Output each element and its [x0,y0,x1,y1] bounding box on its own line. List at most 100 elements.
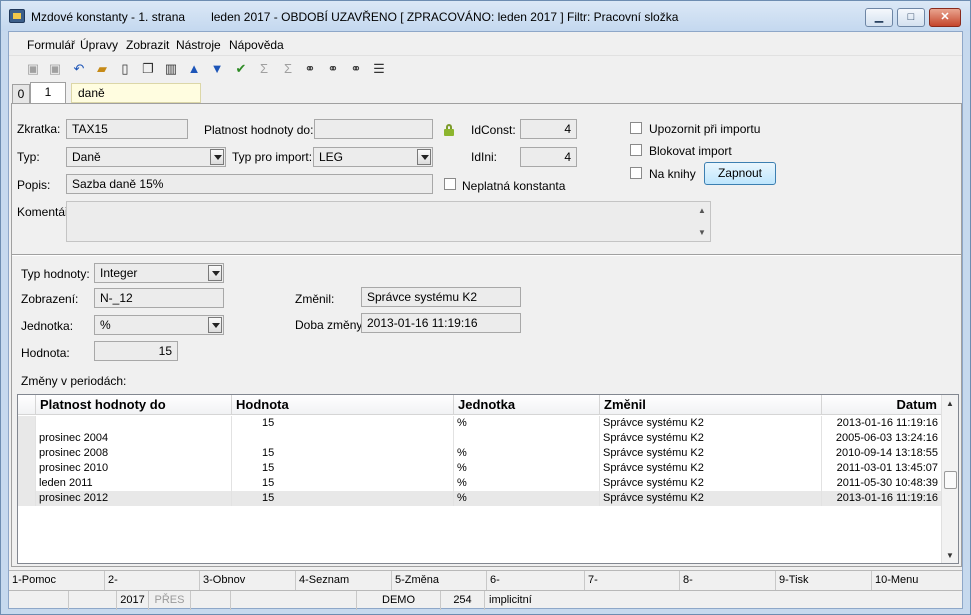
na-knihy-checkbox[interactable] [630,167,642,179]
fkey-7[interactable]: 7- [585,571,680,590]
na-knihy-label: Na knihy [649,167,696,181]
changes-grid: Platnost hodnoty do Hodnota Jednotka Změ… [17,394,959,564]
idconst-field[interactable]: 4 [520,119,577,139]
zkratka-field[interactable]: TAX15 [66,119,188,139]
fkey-3[interactable]: 3-Obnov [200,571,296,590]
save-as-icon[interactable]: ▣ [46,60,64,78]
minimize-button[interactable]: ▁ [865,8,893,27]
neplatna-checkbox[interactable] [444,178,456,190]
table-row-selected[interactable]: prosinec 2012 15 % Správce systému K2 20… [18,491,942,506]
sum-filter-icon[interactable]: Σ [279,60,297,78]
table-row[interactable]: prosinec 2008 15 % Správce systému K2 20… [18,446,942,461]
open-folder-icon[interactable]: ▰ [93,60,111,78]
zmenil-field[interactable]: Správce systému K2 [361,287,521,307]
fkey-5[interactable]: 5-Změna [392,571,487,590]
cell-datum: 2011-05-30 10:48:39 [822,476,942,491]
table-row[interactable]: leden 2011 15 % Správce systému K2 2011-… [18,476,942,491]
doba-field[interactable]: 2013-01-16 11:19:16 [361,313,521,333]
undo-icon[interactable]: ↶ [70,60,88,78]
list-menu-icon[interactable]: ☰ [370,60,388,78]
status-cell-empty [191,591,231,610]
scroll-down-icon[interactable]: ▼ [946,551,954,560]
komentar-label: Komentář: [17,205,73,219]
tab-1[interactable]: 1 [30,82,66,104]
grid-header-jednotka[interactable]: Jednotka [454,395,600,415]
jednotka-select[interactable]: % [94,315,224,335]
table-row[interactable]: prosinec 2010 15 % Správce systému K2 20… [18,461,942,476]
jednotka-label: Jednotka: [21,319,74,333]
popis-field[interactable]: Sazba daně 15% [66,174,433,194]
platnost-field[interactable] [314,119,433,139]
close-button[interactable]: ✕ [929,8,961,27]
status-year: 2017 [117,591,149,610]
grid-header-platnost[interactable]: Platnost hodnoty do [36,395,232,415]
zmenil-label: Změnil: [295,292,335,306]
menu-formular[interactable]: Formulář [27,38,75,52]
status-number: 254 [441,591,485,610]
scroll-up-icon[interactable]: ▲ [698,206,706,215]
idini-field[interactable]: 4 [520,147,577,167]
cell-jednotka: % [454,446,600,461]
table-row[interactable]: 15 % Správce systému K2 2013-01-16 11:19… [18,416,942,431]
menu-zobrazit[interactable]: Zobrazit [126,38,169,52]
find-next-icon[interactable]: ⚭ [324,60,342,78]
copy-icon[interactable]: ❐ [139,60,157,78]
table-row[interactable]: prosinec 2004 Správce systému K2 2005-06… [18,431,942,446]
scrollbar-thumb[interactable] [944,471,957,489]
idconst-label: IdConst: [471,123,516,137]
chevron-down-icon[interactable] [417,149,431,165]
menu-bar: Formulář Úpravy Zobrazit Nástroje Nápově… [9,32,962,56]
binoculars-icon[interactable]: ⚭ [301,60,319,78]
grid-scrollbar[interactable]: ▲ ▼ [941,395,958,563]
arrow-down-icon[interactable]: ▼ [208,60,226,78]
cell-datum: 2013-01-16 11:19:16 [822,416,942,431]
sum-icon[interactable]: Σ [255,60,273,78]
fkey-10[interactable]: 10-Menu [872,571,962,590]
komentar-textarea[interactable]: ▲ ▼ [66,201,711,242]
menu-upravy[interactable]: Úpravy [80,38,118,52]
chevron-down-icon[interactable] [208,265,222,281]
zapnout-button[interactable]: Zapnout [704,162,776,185]
menu-napoveda[interactable]: Nápověda [229,38,284,52]
window-title: Mzdové konstanty - 1. strana leden 2017 -… [31,10,678,24]
jednotka-value: % [100,318,111,332]
grid-header-indicator [18,395,36,415]
fkey-1[interactable]: 1-Pomoc [9,571,105,590]
fkey-8[interactable]: 8- [680,571,776,590]
arrow-up-icon[interactable]: ▲ [185,60,203,78]
new-document-icon[interactable]: ▯ [116,60,134,78]
cell-zmenil: Správce systému K2 [600,476,822,491]
book-icon[interactable]: ▥ [162,60,180,78]
save-icon[interactable]: ▣ [24,60,42,78]
typ-import-value: LEG [319,150,344,164]
grid-header-zmenil[interactable]: Změnil [600,395,822,415]
scroll-down-icon[interactable]: ▼ [698,228,706,237]
check-filter-icon[interactable]: ✔ [232,60,250,78]
blokovat-checkbox[interactable] [630,144,642,156]
fkey-4[interactable]: 4-Seznam [296,571,392,590]
zobrazeni-field[interactable]: N-_12 [94,288,224,308]
find-replace-icon[interactable]: ⚭ [347,60,365,78]
typ-import-select[interactable]: LEG [313,147,433,167]
cell-zmenil: Správce systému K2 [600,461,822,476]
lock-icon[interactable] [444,124,454,136]
upozornit-checkbox[interactable] [630,122,642,134]
zkratka-label: Zkratka: [17,122,61,136]
tab-0[interactable]: 0 [12,84,30,104]
tab-title: daně [71,83,201,103]
function-key-bar: 1-Pomoc 2- 3-Obnov 4-Seznam 5-Změna 6- 7… [9,570,962,590]
menu-nastroje[interactable]: Nástroje [176,38,221,52]
fkey-6[interactable]: 6- [487,571,585,590]
maximize-button[interactable]: □ [897,8,925,27]
chevron-down-icon[interactable] [208,317,222,333]
chevron-down-icon[interactable] [210,149,224,165]
scroll-up-icon[interactable]: ▲ [946,399,954,408]
fkey-2[interactable]: 2- [105,571,200,590]
typ-select[interactable]: Daně [66,147,226,167]
grid-header-hodnota[interactable]: Hodnota [232,395,454,415]
grid-header-datum[interactable]: Datum [822,395,942,415]
typ-hodnoty-select[interactable]: Integer [94,263,224,283]
fkey-9[interactable]: 9-Tisk [776,571,872,590]
hodnota-field[interactable]: 15 [94,341,178,361]
komentar-scrollbar[interactable]: ▲ ▼ [694,202,710,241]
